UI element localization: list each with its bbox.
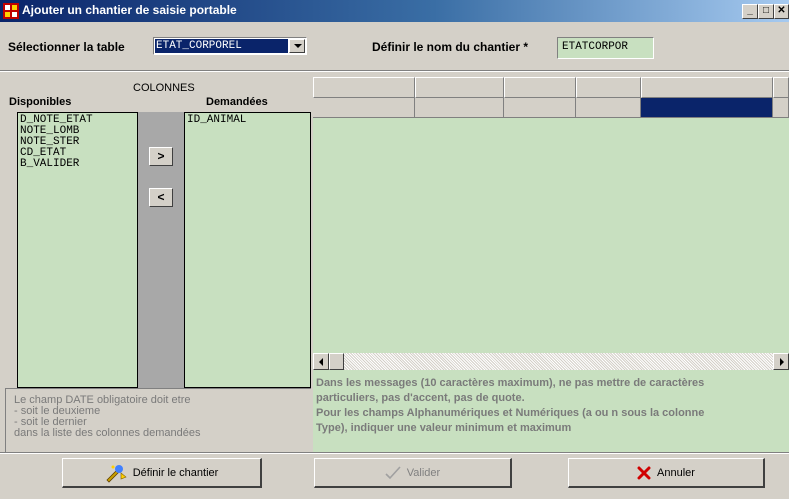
maximize-icon: □ — [762, 5, 770, 16]
requested-label: Demandées — [206, 96, 268, 108]
transfer-buttons-column: > < — [138, 112, 184, 388]
info-line: Dans les messages (10 caractères maximum… — [316, 377, 705, 389]
info-line: Type), indiquer une valeur minimum et ma… — [316, 422, 572, 434]
columns-header: COLONNES Disponibles Demandées — [5, 76, 311, 110]
cancel-button[interactable]: Annuler — [568, 458, 765, 488]
grid-cell-selected[interactable] — [641, 98, 773, 118]
grid-cell[interactable] — [773, 98, 789, 118]
list-item[interactable]: B_VALIDER — [20, 159, 135, 170]
chevron-down-icon[interactable] — [289, 39, 305, 53]
available-columns-list[interactable]: D_NOTE_ETAT NOTE_LOMB NOTE_STER CD_ETAT … — [17, 112, 138, 388]
grid-header-cell[interactable] — [415, 77, 504, 98]
top-row: Sélectionner la table ETAT_CORPOREL Défi… — [0, 22, 789, 70]
scroll-right-icon[interactable] — [773, 353, 789, 370]
table-select[interactable]: ETAT_CORPOREL — [153, 37, 307, 55]
grid-header-cell[interactable] — [773, 77, 789, 98]
columns-title: COLONNES — [133, 82, 195, 94]
define-chantier-button[interactable]: Définir le chantier — [62, 458, 262, 488]
close-icon: ✕ — [777, 5, 786, 16]
maximize-button[interactable]: □ — [758, 4, 774, 19]
grid-header-cell[interactable] — [313, 77, 415, 98]
minimize-icon: _ — [747, 5, 753, 16]
scroll-left-icon[interactable] — [313, 353, 329, 370]
add-column-button[interactable]: > — [149, 147, 173, 166]
grid-cell[interactable] — [576, 98, 641, 118]
grid-cell[interactable] — [313, 98, 415, 118]
chantier-name-field[interactable]: ETATCORPOR — [557, 37, 654, 59]
info-line: Pour les champs Alphanumériques et Numér… — [316, 407, 705, 419]
date-field-note: Le champ DATE obligatoire doit etre - so… — [5, 388, 311, 452]
requested-columns-list[interactable]: ID_ANIMAL — [184, 112, 311, 388]
scroll-thumb[interactable] — [329, 353, 344, 370]
chantier-name-label: Définir le nom du chantier * — [372, 40, 529, 54]
list-item[interactable]: ID_ANIMAL — [187, 115, 308, 126]
grid-cell[interactable] — [504, 98, 576, 118]
app-icon — [3, 3, 19, 19]
horizontal-scrollbar[interactable] — [313, 353, 789, 370]
minimize-button[interactable]: _ — [742, 4, 758, 19]
validate-button[interactable]: Valider — [314, 458, 512, 488]
table-select-value: ETAT_CORPOREL — [155, 39, 288, 53]
remove-column-button[interactable]: < — [149, 188, 173, 207]
close-button[interactable]: ✕ — [774, 4, 789, 19]
info-line: particuliers, pas d'accent, pas de quote… — [316, 392, 525, 404]
select-table-label: Sélectionner la table — [8, 40, 125, 54]
grid-header-cell[interactable] — [504, 77, 576, 98]
cancel-x-icon — [637, 466, 651, 479]
data-grid[interactable] — [313, 77, 789, 372]
grid-cell[interactable] — [415, 98, 504, 118]
dialog-window: Ajouter un chantier de saisie portable _… — [0, 0, 789, 499]
wizard-icon — [106, 464, 127, 483]
available-label: Disponibles — [9, 96, 72, 108]
grid-header-cell[interactable] — [576, 77, 641, 98]
grid-header-cell[interactable] — [641, 77, 773, 98]
validate-label: Valider — [406, 466, 441, 479]
button-bar: Définir le chantier Valider Annuler — [0, 454, 789, 499]
window-title: Ajouter un chantier de saisie portable — [22, 3, 237, 17]
define-chantier-label: Définir le chantier — [132, 466, 219, 479]
info-message: Dans les messages (10 caractères maximum… — [313, 372, 789, 452]
divider — [0, 70, 789, 72]
checkmark-icon — [385, 465, 401, 479]
title-bar[interactable]: Ajouter un chantier de saisie portable _… — [0, 0, 789, 22]
note-line: dans la liste des colonnes demandées — [14, 427, 201, 439]
cancel-label: Annuler — [657, 466, 695, 479]
